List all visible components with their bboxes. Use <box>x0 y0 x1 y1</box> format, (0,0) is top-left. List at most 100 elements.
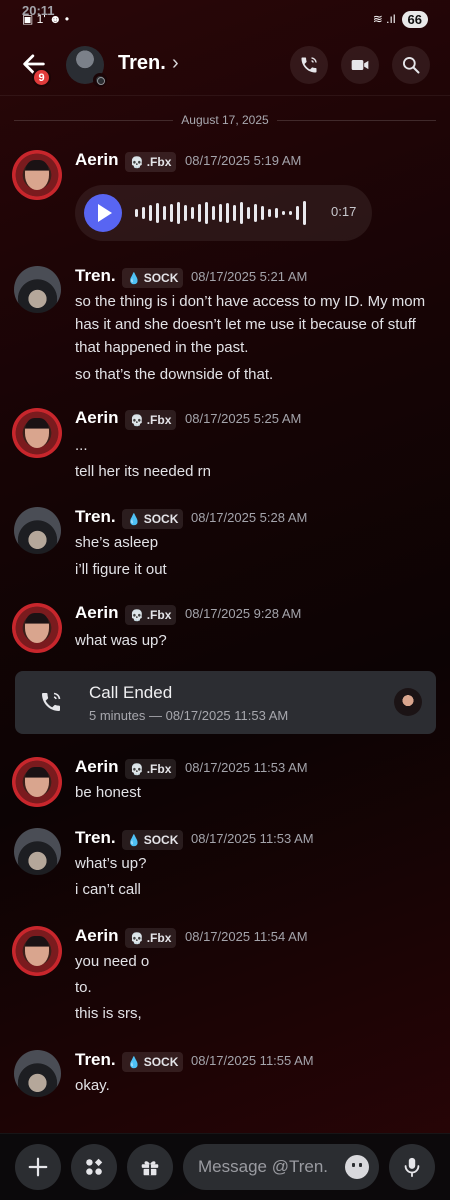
skull-icon: 💀 <box>130 932 144 945</box>
droplet-icon: 💧 <box>127 272 141 285</box>
server-tag[interactable]: 💀 .Fbx <box>125 759 177 779</box>
timestamp: 08/17/2025 9:28 AM <box>185 606 302 621</box>
message-composer: Message @Tren. <box>0 1133 450 1200</box>
search-button[interactable] <box>392 46 430 84</box>
author-name[interactable]: Aerin <box>75 150 118 170</box>
phone-icon <box>301 57 317 73</box>
avatar[interactable] <box>14 828 61 875</box>
video-call-button[interactable] <box>341 46 379 84</box>
tag-label: .Fbx <box>146 413 172 427</box>
tag-label: SOCK <box>143 833 179 847</box>
contact-avatar[interactable] <box>66 46 107 87</box>
droplet-icon: 💧 <box>127 834 141 847</box>
call-title: Call Ended <box>89 683 173 702</box>
gift-icon <box>141 1161 159 1176</box>
attach-button[interactable] <box>15 1144 61 1190</box>
apps-button[interactable] <box>71 1144 117 1190</box>
timestamp: 08/17/2025 11:55 AM <box>191 1053 314 1068</box>
author-name[interactable]: Aerin <box>75 757 118 777</box>
message-text: okay. <box>75 1077 110 1094</box>
timestamp: 08/17/2025 11:53 AM <box>185 760 308 775</box>
message-text: this is srs, <box>75 1005 142 1022</box>
tag-label: .Fbx <box>146 608 172 622</box>
droplet-icon: 💧 <box>127 513 141 526</box>
signal-icon: ≋ .ıl <box>372 12 396 26</box>
call-ended-card[interactable]: Call Ended 5 minutes — 08/17/2025 11:53 … <box>15 671 436 734</box>
message-text: ... <box>75 437 88 454</box>
message-text: she’s asleep <box>75 534 159 551</box>
message-text: what was up? <box>75 632 167 649</box>
message-text: so that’s the downside of that. <box>75 366 274 383</box>
microphone-icon <box>404 1157 420 1178</box>
message-text: tell her its needed rn <box>75 463 211 480</box>
server-tag[interactable]: 💧 SOCK <box>122 1052 184 1072</box>
author-name[interactable]: Aerin <box>75 603 118 623</box>
message-text: so the thing is i don’t have access to m… <box>75 293 426 356</box>
server-tag[interactable]: 💀 .Fbx <box>125 928 177 948</box>
call-subtitle: 5 minutes — 08/17/2025 11:53 AM <box>89 708 289 723</box>
voice-call-button[interactable] <box>290 46 328 84</box>
tag-label: SOCK <box>143 1055 179 1069</box>
server-tag[interactable]: 💧 SOCK <box>122 830 184 850</box>
author-name[interactable]: Tren. <box>75 1050 116 1070</box>
message-text: what’s up? <box>75 855 147 872</box>
chat-header: 9 Tren. › <box>0 38 450 96</box>
chevron-right-icon[interactable]: › <box>172 52 179 75</box>
server-tag[interactable]: 💀 .Fbx <box>125 410 177 430</box>
tag-label: .Fbx <box>146 762 172 776</box>
search-icon <box>403 57 420 74</box>
clock: 20:11 <box>22 3 55 18</box>
avatar[interactable] <box>14 507 61 554</box>
emoji-icon[interactable] <box>345 1155 369 1179</box>
author-name[interactable]: Tren. <box>75 828 116 848</box>
timestamp: 08/17/2025 5:21 AM <box>191 269 308 284</box>
timestamp: 08/17/2025 11:54 AM <box>185 929 308 944</box>
author-name[interactable]: Aerin <box>75 926 118 946</box>
timestamp: 08/17/2025 11:53 AM <box>191 831 314 846</box>
avatar[interactable] <box>12 150 62 200</box>
avatar[interactable] <box>12 926 62 976</box>
timestamp: 08/17/2025 5:25 AM <box>185 411 302 426</box>
timestamp: 08/17/2025 5:28 AM <box>191 510 308 525</box>
author-name[interactable]: Tren. <box>75 266 116 286</box>
server-tag[interactable]: 💀 .Fbx <box>125 152 177 172</box>
avatar[interactable] <box>12 603 62 653</box>
apps-icon <box>86 1158 103 1175</box>
play-button[interactable] <box>84 194 122 232</box>
tag-label: .Fbx <box>146 155 172 169</box>
plus-icon <box>28 1157 48 1177</box>
waveform <box>135 201 306 225</box>
skull-icon: 💀 <box>130 414 144 427</box>
avatar[interactable] <box>14 1050 61 1097</box>
message-placeholder: Message @Tren. <box>198 1157 329 1176</box>
skull-icon: 💀 <box>130 156 144 169</box>
phone-icon <box>42 692 61 711</box>
voice-record-button[interactable] <box>389 1144 435 1190</box>
avatar[interactable] <box>12 408 62 458</box>
message-text: i’ll figure it out <box>75 561 167 578</box>
voice-message: 0:17 <box>75 185 372 241</box>
status-dot <box>93 73 107 87</box>
avatar[interactable] <box>14 266 61 313</box>
tag-label: .Fbx <box>146 931 172 945</box>
skull-icon: 💀 <box>130 609 144 622</box>
server-tag[interactable]: 💧 SOCK <box>122 509 184 529</box>
author-name[interactable]: Tren. <box>75 507 116 527</box>
tag-label: SOCK <box>143 512 179 526</box>
gift-button[interactable] <box>127 1144 173 1190</box>
message-text: to. <box>75 979 92 996</box>
author-name[interactable]: Aerin <box>75 408 118 428</box>
server-tag[interactable]: 💧 SOCK <box>122 268 184 288</box>
unread-badge: 9 <box>32 68 51 87</box>
message-text: you need o <box>75 953 150 970</box>
divider-line <box>276 119 436 121</box>
call-participant-avatar <box>394 688 422 716</box>
battery-indicator: 66 <box>401 10 428 28</box>
avatar[interactable] <box>12 757 62 807</box>
server-tag[interactable]: 💀 .Fbx <box>125 605 177 625</box>
date-divider: August 17, 2025 <box>14 112 436 128</box>
divider-line <box>14 119 174 121</box>
message-input[interactable]: Message @Tren. <box>183 1144 379 1190</box>
status-bar: 20:11 ▣ 1' ☻ • ≋ .ıl 66 <box>0 0 450 38</box>
contact-name[interactable]: Tren. <box>118 52 166 75</box>
